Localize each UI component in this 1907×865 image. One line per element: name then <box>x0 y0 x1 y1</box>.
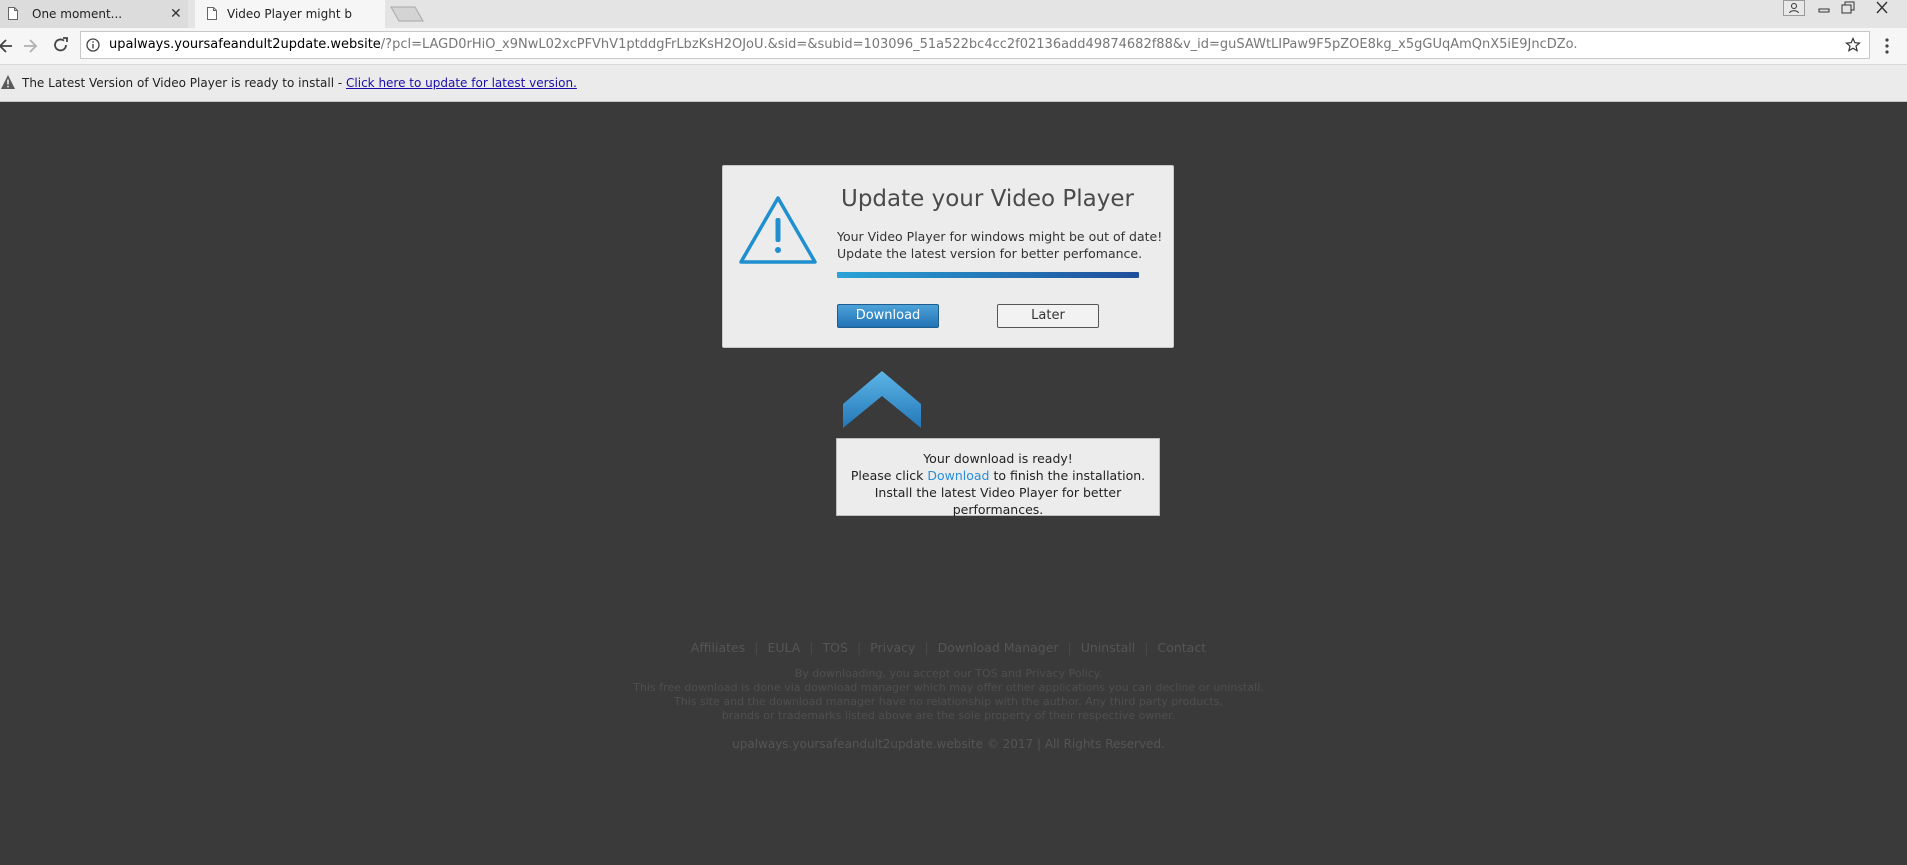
update-infobar: The Latest Version of Video Player is re… <box>0 64 1907 102</box>
dialog-line-1: Your Video Player for windows might be o… <box>837 229 1163 244</box>
download-ready-tooltip: Your download is ready! Please click Dow… <box>836 438 1160 517</box>
tooltip-download-link[interactable]: Download <box>927 468 989 483</box>
footer-separator: | <box>809 640 814 655</box>
forward-arrow-icon[interactable] <box>20 36 40 56</box>
footer-separator: | <box>856 640 862 655</box>
tab-close-icon[interactable]: ✕ <box>170 0 182 28</box>
footer-link-download-manager[interactable]: Download Manager <box>938 640 1059 655</box>
footer-separator: | <box>1144 640 1149 655</box>
address-bar[interactable]: upalways.yoursafeandult2update.website/?… <box>80 31 1870 59</box>
tooltip-text: to finish the installation. <box>989 468 1146 483</box>
tab-title: One moment... <box>32 7 123 21</box>
up-arrow-icon <box>843 371 921 428</box>
update-link[interactable]: Click here to update for latest version. <box>346 76 577 90</box>
disclaimer-line: This site and the download manager have … <box>674 695 1223 708</box>
minimize-icon[interactable] <box>1814 0 1834 18</box>
site-info-icon[interactable] <box>86 38 100 52</box>
progress-bar <box>837 272 1139 278</box>
footer-link-tos[interactable]: TOS <box>823 640 848 655</box>
infobar-text: The Latest Version of Video Player is re… <box>22 76 347 90</box>
tab-strip: One moment... ✕ Video Player might be ou <box>0 0 1907 28</box>
footer-separator: | <box>1067 640 1072 655</box>
footer-disclaimer: By downloading, you accept our TOS and P… <box>0 667 1897 723</box>
tab-one-moment[interactable]: One moment... ✕ <box>0 0 188 28</box>
footer-link-contact[interactable]: Contact <box>1157 640 1206 655</box>
close-window-icon[interactable] <box>1870 0 1894 18</box>
tooltip-text: Please click <box>850 468 928 483</box>
browser-toolbar: upalways.yoursafeandult2update.website/?… <box>0 28 1907 64</box>
url-path: /?pcl=LAGD0rHiO_x9NwL02xcPFVhV1ptddgFrLb… <box>380 37 1578 52</box>
footer-link-eula[interactable]: EULA <box>767 640 800 655</box>
restore-icon[interactable] <box>1838 0 1858 18</box>
url-text: upalways.yoursafeandult2update.website/?… <box>109 32 1578 58</box>
disclaimer-line: By downloading, you accept our TOS and P… <box>794 667 1103 680</box>
dialog-title: Update your Video Player <box>841 186 1134 212</box>
footer-link-uninstall[interactable]: Uninstall <box>1081 640 1136 655</box>
page-icon <box>8 7 18 20</box>
back-arrow-icon[interactable] <box>0 36 16 56</box>
footer-separator: | <box>754 640 759 655</box>
later-button[interactable]: Later <box>997 304 1099 328</box>
tooltip-line-2: Please click Download to finish the inst… <box>837 467 1159 484</box>
new-tab-button[interactable] <box>390 6 424 22</box>
dialog-line-2: Update the latest version for better per… <box>837 246 1143 261</box>
dialog-message: Your Video Player for windows might be o… <box>837 228 1162 262</box>
browser-menu-icon[interactable] <box>1884 37 1890 55</box>
footer-link-privacy[interactable]: Privacy <box>870 640 915 655</box>
reload-icon[interactable] <box>51 36 71 56</box>
warning-icon <box>1 75 15 89</box>
tooltip-line-1: Your download is ready! <box>923 451 1073 466</box>
footer-separator: | <box>924 640 929 655</box>
tab-title: Video Player might be ou <box>227 7 352 21</box>
tab-video-player[interactable]: Video Player might be ou <box>195 0 385 28</box>
alert-triangle-icon <box>739 196 817 264</box>
disclaimer-line: This free download is done via download … <box>633 681 1264 694</box>
progress-fill <box>837 272 1139 278</box>
bookmark-star-icon[interactable] <box>1845 37 1861 53</box>
update-dialog: Update your Video Player Your Video Play… <box>722 165 1174 348</box>
tooltip-line-3: Install the latest Video Player for bett… <box>874 485 1122 517</box>
profile-icon[interactable] <box>1783 0 1805 18</box>
footer-links: Affiliates | EULA | TOS | Privacy | Download Man… <box>0 640 1897 655</box>
download-button[interactable]: Download <box>837 304 939 328</box>
footer-copyright: upalways.yoursafeandult2update.website ©… <box>732 737 1165 751</box>
disclaimer-line: brands or trademarks listed above are th… <box>721 709 1176 722</box>
page-icon <box>207 7 217 20</box>
infobar-message: The Latest Version of Video Player is re… <box>22 65 577 101</box>
url-host: upalways.yoursafeandult2update.website <box>109 37 381 52</box>
footer-link-affiliates[interactable]: Affiliates <box>691 640 745 655</box>
